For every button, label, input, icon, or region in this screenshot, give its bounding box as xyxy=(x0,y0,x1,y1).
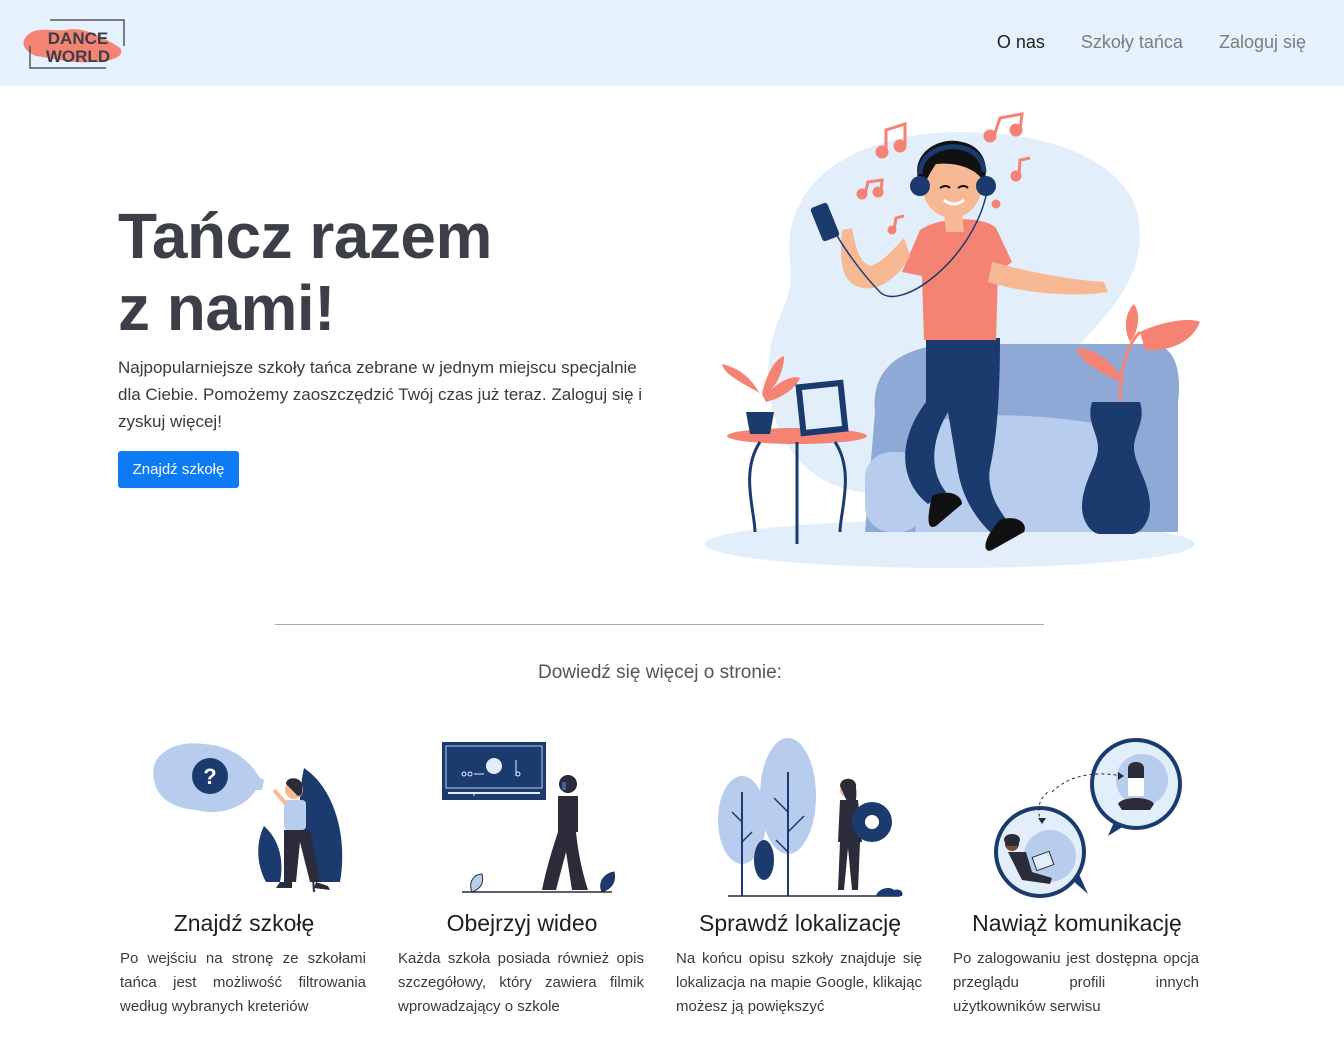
nav-link-dance-schools[interactable]: Szkoły tańca xyxy=(1081,32,1183,53)
find-school-button[interactable]: Znajdź szkołę xyxy=(118,451,239,488)
hero-description: Najpopularniejsze szkoły tańca zebrane w… xyxy=(118,358,643,431)
hero-title-line2: z nami! xyxy=(118,272,335,344)
feature-text: Po zalogowaniu jest dostępna opcja przeg… xyxy=(953,950,1199,1015)
feature-communicate: Nawiąż komunikację Po zalogowaniu jest d… xyxy=(953,732,1201,1015)
feature-title: Sprawdź lokalizację xyxy=(699,910,901,936)
brand-line1: DANCE xyxy=(48,29,108,48)
brand-logo[interactable]: DANCE WORLD xyxy=(22,18,126,70)
hero-title-line1: Tańcz razem xyxy=(118,200,492,272)
feature-text: Na końcu opisu szkoły znajduje się lokal… xyxy=(676,950,922,1015)
nav-link-login[interactable]: Zaloguj się xyxy=(1219,32,1306,53)
feature-find-school: ? Znajdź szkołę Po wejściu na stronę ze … xyxy=(120,732,368,1015)
feature-title: Znajdź szkołę xyxy=(173,910,315,936)
feature-text: Każda szkoła posiada również opis szczeg… xyxy=(398,950,644,1015)
section-divider xyxy=(275,624,1044,625)
feature-text: Po wejściu na stronę ze szkołami tańca j… xyxy=(120,950,366,1015)
dancing-man-illustration xyxy=(705,112,1200,568)
nav-links: O nas Szkoły tańca Zaloguj się xyxy=(997,32,1306,53)
section-title: Dowiedź się więcej o stronie: xyxy=(538,662,782,683)
search-question-illustration: ? xyxy=(153,743,343,893)
nav-link-about[interactable]: O nas xyxy=(997,32,1045,53)
feature-title: Obejrzyj wideo xyxy=(446,910,598,936)
svg-text:?: ? xyxy=(203,764,216,789)
feature-title: Nawiąż komunikację xyxy=(972,910,1182,936)
chat-bubbles-illustration xyxy=(994,738,1182,898)
location-trees-illustration xyxy=(718,738,903,897)
feature-watch-video: Obejrzyj wideo Każda szkoła posiada równ… xyxy=(398,732,646,1015)
brand-line2: WORLD xyxy=(46,47,110,66)
feature-check-location: Sprawdź lokalizację Na końcu opisu szkoł… xyxy=(676,732,924,1015)
video-player-illustration xyxy=(442,742,615,893)
navbar: DANCE WORLD O nas Szkoły tańca Zaloguj s… xyxy=(0,0,1344,86)
hero-title: Tańcz razem z nami! xyxy=(118,200,492,344)
